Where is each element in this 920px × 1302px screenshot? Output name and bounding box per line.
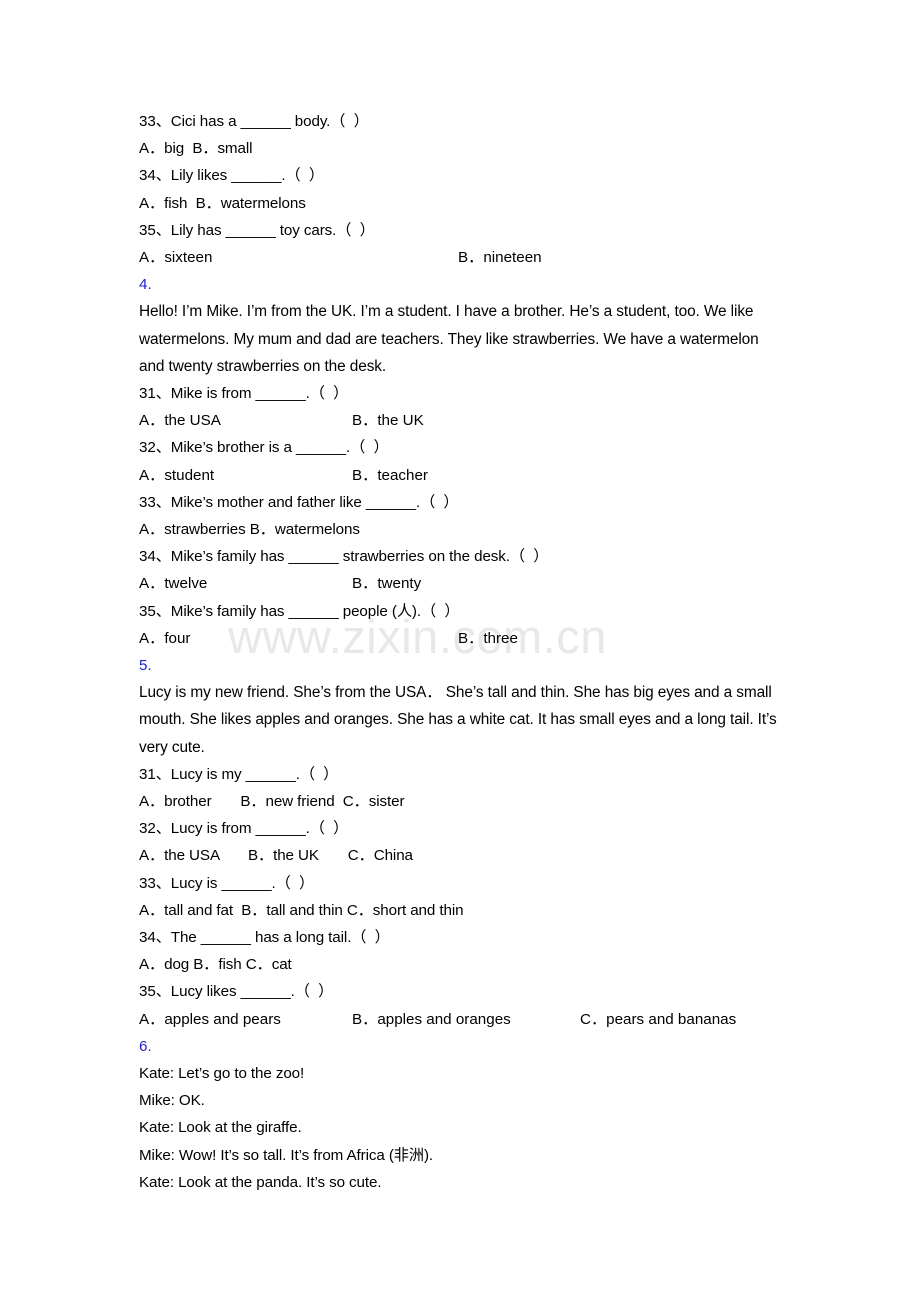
question-options: A．student B．teacher	[139, 462, 784, 489]
question-stem: 34、The ______ has a long tail.（ ）	[139, 929, 390, 947]
option-b: B．teacher	[352, 466, 428, 484]
dialogue-line: Mike: Wow! It’s so tall. It’s from Afric…	[139, 1146, 434, 1164]
question-stem: 35、Lucy likes ______.（ ）	[139, 983, 334, 1001]
option-c: C．pears and bananas	[580, 1010, 737, 1028]
question-stem: 33、Lucy is ______.（ ）	[139, 874, 315, 892]
question-options: A．tall and fat B．tall and thin C．short a…	[139, 901, 464, 919]
option-a: A．the USA	[139, 412, 221, 430]
question-options: A．four B．three	[139, 625, 784, 652]
section-number: 4.	[139, 276, 152, 294]
section-number: 6.	[139, 1037, 152, 1055]
option-b: B．the UK	[352, 412, 424, 430]
question-options: A．dog B．fish C．cat	[139, 956, 292, 974]
option-a: A．twelve	[139, 575, 208, 593]
option-b: B．apples and oranges	[352, 1010, 511, 1028]
question-options: A．twelve B．twenty	[139, 570, 784, 597]
question-options: A．apples and pears B．apples and oranges …	[139, 1006, 784, 1033]
question-stem: 35、Lily has ______ toy cars.（ ）	[139, 221, 375, 239]
question-stem: 35、Mike’s family has ______ people (人).（…	[139, 602, 460, 620]
option-a: A．apples and pears	[139, 1010, 281, 1028]
dialogue-line: Mike: OK.	[139, 1092, 205, 1110]
question-stem: 31、Mike is from ______.（ ）	[139, 385, 349, 403]
dialogue-line: Kate: Let’s go to the zoo!	[139, 1065, 305, 1083]
option-a: A．sixteen	[139, 249, 213, 267]
reading-passage: Hello! I’m Mike. I’m from the UK. I’m a …	[139, 303, 759, 375]
question-options: A．sixteen B．nineteen	[139, 244, 784, 271]
option-b: B．three	[458, 629, 518, 647]
option-b: B．nineteen	[458, 249, 542, 267]
document-page: 33、Cici has a ______ body.（ ） A．big B．sm…	[0, 0, 920, 1302]
question-options: A．big B．small	[139, 140, 253, 158]
dialogue-line: Kate: Look at the panda. It’s so cute.	[139, 1173, 382, 1191]
option-a: A．student	[139, 466, 215, 484]
question-options: A．the USA B．the UK	[139, 407, 784, 434]
option-b: B．twenty	[352, 575, 422, 593]
question-options: A．the USA B．the UK C．China	[139, 847, 413, 865]
document-content: 33、Cici has a ______ body.（ ） A．big B．sm…	[139, 108, 784, 1196]
question-options: A．fish B．watermelons	[139, 194, 306, 212]
question-stem: 33、Cici has a ______ body.（ ）	[139, 113, 369, 130]
question-options: A．brother B．new friend C．sister	[139, 793, 405, 810]
question-stem: 31、Lucy is my ______.（ ）	[139, 765, 339, 783]
reading-passage: Lucy is my new friend. She’s from the US…	[139, 684, 777, 756]
question-stem: 33、Mike’s mother and father like ______.…	[139, 493, 459, 511]
question-stem: 32、Lucy is from ______.（ ）	[139, 820, 349, 838]
dialogue-line: Kate: Look at the giraffe.	[139, 1119, 302, 1137]
section-number: 5.	[139, 656, 152, 674]
question-options: A．strawberries B．watermelons	[139, 521, 360, 538]
question-stem: 34、Lily likes ______.（ ）	[139, 167, 324, 185]
option-a: A．four	[139, 629, 191, 647]
question-stem: 34、Mike’s family has ______ strawberries…	[139, 548, 549, 566]
question-stem: 32、Mike’s brother is a ______.（ ）	[139, 439, 389, 457]
